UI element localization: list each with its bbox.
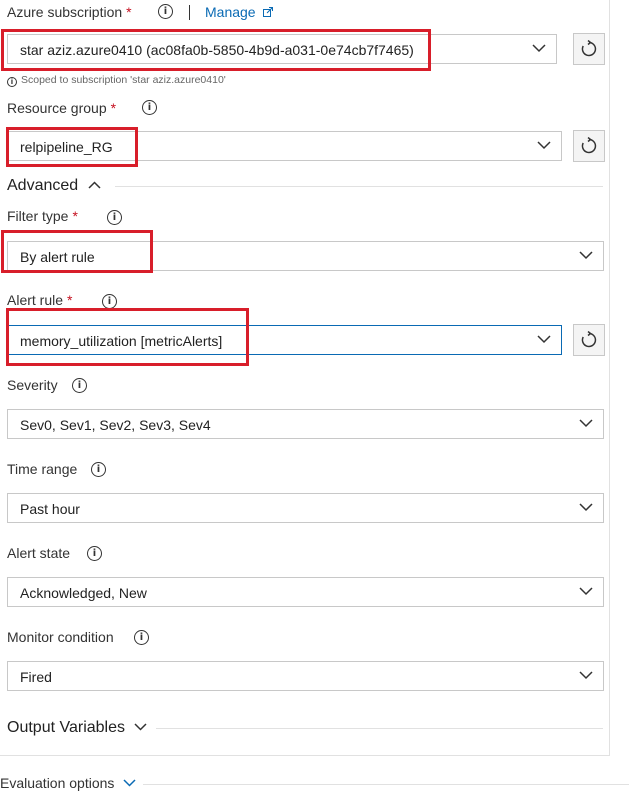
manage-link[interactable]: Manage [205, 4, 274, 20]
chevron-up-icon [88, 181, 101, 189]
required-marker: * [126, 4, 132, 20]
monitor-condition-value: Fired [20, 669, 52, 685]
divider [189, 5, 190, 20]
severity-value: Sev0, Sev1, Sev2, Sev3, Sev4 [20, 417, 211, 433]
evaluation-options-title: Evaluation options [0, 775, 115, 791]
refresh-subscription-button[interactable] [573, 33, 605, 65]
monitor-condition-select[interactable]: Fired [7, 661, 604, 691]
severity-select[interactable]: Sev0, Sev1, Sev2, Sev3, Sev4 [7, 409, 604, 439]
info-icon[interactable]: i [91, 462, 106, 477]
output-variables-title: Output Variables [7, 719, 125, 736]
required-marker: * [67, 292, 73, 308]
time-range-value: Past hour [20, 501, 80, 517]
refresh-icon [581, 331, 597, 348]
section-divider [143, 784, 629, 785]
azure-subscription-label-text: Azure subscription [7, 4, 123, 20]
chevron-down-icon [123, 779, 136, 787]
refresh-alert-rule-button[interactable] [573, 324, 605, 356]
time-range-select[interactable]: Past hour [7, 493, 604, 523]
highlight-box [1, 230, 153, 273]
info-icon[interactable]: i [107, 210, 122, 225]
highlight-box [1, 29, 431, 71]
alert-state-value: Acknowledged, New [20, 585, 147, 601]
external-link-icon [263, 7, 274, 17]
alert-state-select[interactable]: Acknowledged, New [7, 577, 604, 607]
info-icon[interactable]: i [142, 100, 157, 115]
subscription-scope-hint-text: Scoped to subscription 'star aziz.azure0… [21, 74, 226, 86]
subscription-scope-hint: i Scoped to subscription 'star aziz.azure… [7, 74, 226, 87]
chevron-down-icon [537, 335, 551, 344]
info-icon[interactable]: i [102, 294, 117, 309]
info-icon[interactable]: i [134, 630, 149, 645]
chevron-down-icon [579, 419, 593, 428]
section-divider [115, 186, 603, 187]
task-settings-panel: Azure subscription * i Manage star aziz.a… [0, 0, 610, 756]
required-marker: * [72, 208, 78, 224]
output-variables-toggle[interactable]: Output Variables [7, 719, 147, 737]
highlight-box [6, 308, 249, 366]
highlight-box [6, 127, 138, 167]
chevron-down-icon [134, 723, 147, 731]
alert-rule-label-text: Alert rule [7, 292, 64, 308]
chevron-down-icon [579, 587, 593, 596]
filter-type-label: Filter type * [7, 208, 78, 224]
alert-state-label: Alert state [7, 545, 70, 561]
time-range-label-text: Time range [7, 461, 78, 477]
info-icon[interactable]: i [158, 4, 173, 19]
resource-group-label-text: Resource group [7, 100, 107, 116]
info-icon: i [7, 77, 17, 87]
manage-link-text: Manage [205, 4, 256, 20]
severity-label: Severity [7, 377, 58, 393]
monitor-condition-label: Monitor condition [7, 629, 114, 645]
chevron-down-icon [537, 141, 551, 150]
chevron-down-icon [579, 251, 593, 260]
filter-type-label-text: Filter type [7, 208, 69, 224]
refresh-resource-group-button[interactable] [573, 130, 605, 162]
section-divider [156, 728, 603, 729]
monitor-condition-label-text: Monitor condition [7, 629, 114, 645]
alert-state-label-text: Alert state [7, 545, 71, 561]
evaluation-options-toggle[interactable]: Evaluation options [0, 775, 136, 791]
advanced-section-title: Advanced [7, 177, 79, 194]
info-icon[interactable]: i [72, 378, 87, 393]
refresh-icon [581, 137, 597, 154]
chevron-down-icon [532, 44, 546, 53]
time-range-label: Time range [7, 461, 77, 477]
chevron-down-icon [579, 503, 593, 512]
chevron-down-icon [579, 671, 593, 680]
advanced-section-toggle[interactable]: Advanced [7, 177, 101, 195]
required-marker: * [110, 100, 117, 116]
resource-group-label: Resource group * [7, 100, 116, 116]
severity-label-text: Severity [7, 377, 58, 393]
info-icon[interactable]: i [87, 546, 102, 561]
refresh-icon [581, 40, 597, 57]
alert-rule-label: Alert rule * [7, 292, 72, 308]
azure-subscription-label: Azure subscription * [7, 4, 132, 20]
